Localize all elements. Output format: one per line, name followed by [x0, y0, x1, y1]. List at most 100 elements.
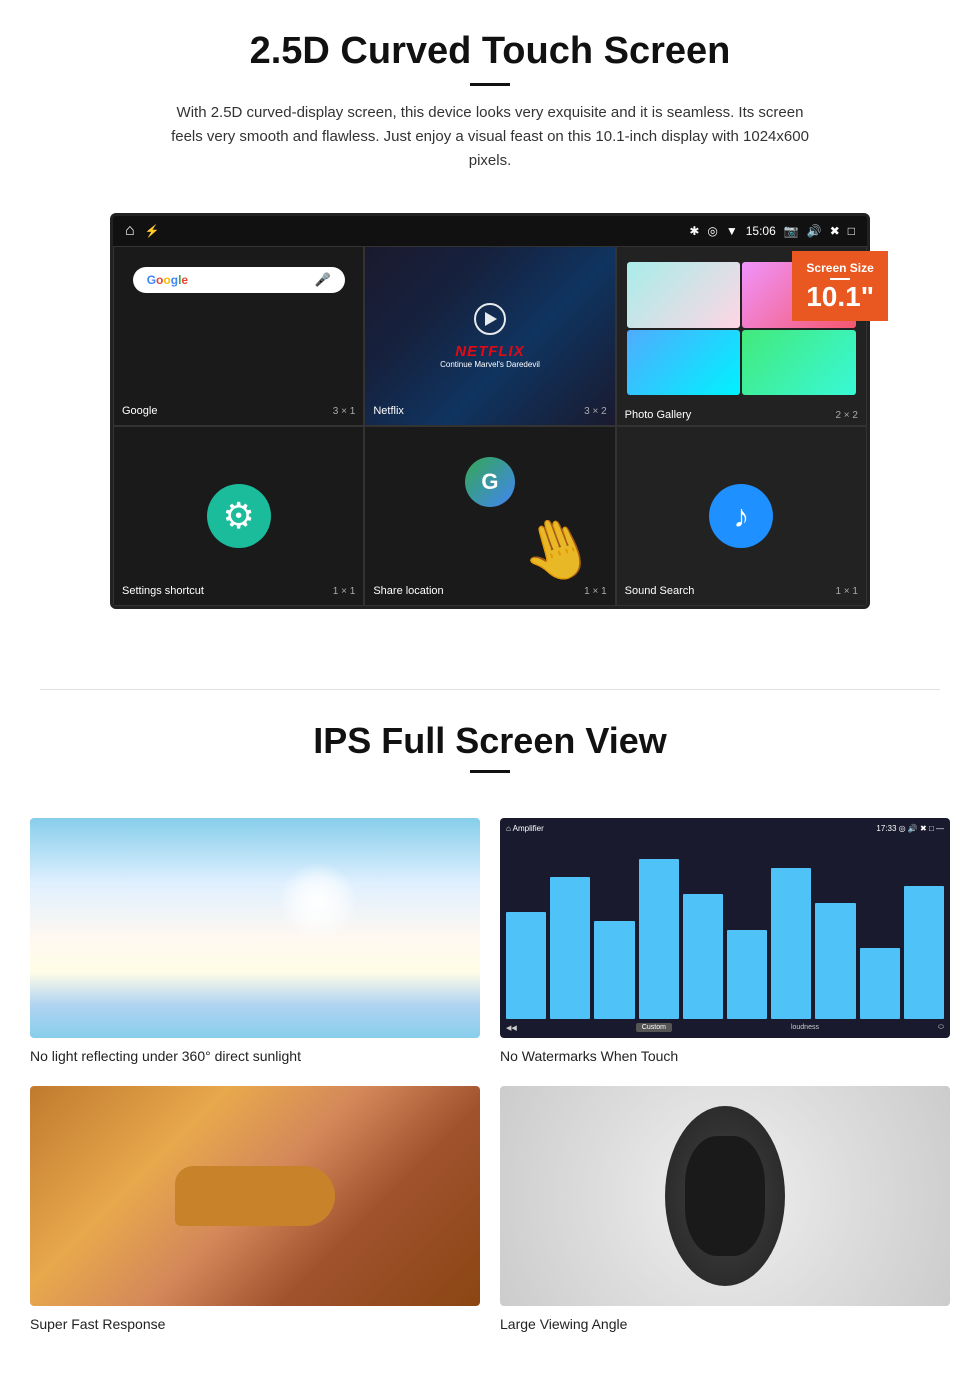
- netflix-app-cell[interactable]: NETFLIX Continue Marvel's Daredevil Netf…: [364, 246, 615, 426]
- custom-btn[interactable]: Custom: [636, 1023, 672, 1032]
- screen-size-badge: Screen Size 10.1": [792, 251, 888, 321]
- time-display: 15:06: [746, 224, 776, 238]
- feature-label-cheetah: Super Fast Response: [30, 1316, 165, 1332]
- settings-label-size: 1 × 1: [333, 586, 356, 597]
- sound-label-text: Sound Search: [625, 585, 695, 597]
- sun-glare: [278, 862, 358, 942]
- feature-image-sunlight: [30, 818, 480, 1038]
- mic-icon: 🎤: [314, 272, 330, 288]
- section-ips: IPS Full Screen View: [0, 690, 980, 818]
- amp-time: 17:33 ◎ 🔊 ✖ □ —: [876, 824, 944, 833]
- feature-cheetah: Super Fast Response: [30, 1086, 480, 1334]
- google-logo: Google: [147, 273, 188, 287]
- section-curved-touch: 2.5D Curved Touch Screen With 2.5D curve…: [0, 0, 980, 213]
- netflix-label-text: Netflix: [373, 405, 404, 417]
- status-bar: ⌂ ⚡ ✱ ◎ ▼ 15:06 📷 🔊 ✖ □: [113, 216, 867, 246]
- sound-cell-label: Sound Search 1 × 1: [625, 585, 858, 597]
- amp-footer: ◀◀ Custom loudness ⬭: [506, 1023, 944, 1032]
- netflix-cell-label: Netflix 3 × 2: [373, 405, 606, 417]
- netflix-subtitle: Continue Marvel's Daredevil: [440, 360, 540, 369]
- share-location-cell[interactable]: G 🤚 Share location 1 × 1: [364, 426, 615, 606]
- feature-grid: No light reflecting under 360° direct su…: [0, 818, 980, 1364]
- app-grid: Google 🎤 Google 3 × 1: [113, 246, 867, 606]
- photo-thumb-1: [627, 262, 741, 328]
- volume-icon: 🔊: [807, 224, 822, 238]
- feature-label-amplifier: No Watermarks When Touch: [500, 1048, 678, 1064]
- feature-image-cheetah: [30, 1086, 480, 1306]
- sunlight-visual: [30, 818, 480, 1038]
- settings-label-text: Settings shortcut: [122, 585, 204, 597]
- feature-sunlight: No light reflecting under 360° direct su…: [30, 818, 480, 1066]
- badge-underline: [830, 278, 850, 280]
- amp-bar-10: [904, 886, 944, 1020]
- section2-underline: [470, 770, 510, 773]
- section1-title: 2.5D Curved Touch Screen: [60, 30, 920, 73]
- loudness-label: loudness: [791, 1024, 819, 1031]
- usb-icon: ⚡: [145, 224, 160, 238]
- settings-app-cell[interactable]: ⚙ Settings shortcut 1 × 1: [113, 426, 364, 606]
- badge-title: Screen Size: [806, 261, 874, 275]
- amp-bar-9: [860, 948, 900, 1019]
- screen-container: ⌂ ⚡ ✱ ◎ ▼ 15:06 📷 🔊 ✖ □: [110, 213, 870, 609]
- hand-touch-icon: 🤚: [510, 503, 604, 595]
- netflix-label-size: 3 × 2: [584, 406, 607, 417]
- amp-bar-4: [639, 859, 679, 1019]
- google-app-cell[interactable]: Google 🎤 Google 3 × 1: [113, 246, 364, 426]
- section1-description: With 2.5D curved-display screen, this de…: [165, 101, 815, 173]
- amp-bar-5: [683, 894, 723, 1019]
- play-button: [474, 303, 506, 335]
- amp-bar-6: [727, 930, 767, 1019]
- settings-cell-label: Settings shortcut 1 × 1: [122, 585, 355, 597]
- photo-label-size: 2 × 2: [835, 410, 858, 421]
- photo-thumb-3: [627, 330, 741, 396]
- feature-amplifier: ⌂ Amplifier 17:33 ◎ 🔊 ✖ □ — ◀◀: [500, 818, 950, 1066]
- maps-icon: G: [465, 457, 515, 507]
- google-cell-label: Google 3 × 1: [122, 405, 355, 417]
- wifi-icon: ▼: [726, 224, 738, 238]
- google-label-text: Google: [122, 405, 157, 417]
- camera-icon: 📷: [784, 224, 799, 238]
- music-icon-circle: ♪: [709, 484, 773, 548]
- netflix-overlay: NETFLIX Continue Marvel's Daredevil: [365, 247, 614, 425]
- toggle-icon: ⬭: [938, 1024, 944, 1032]
- google-search-bar[interactable]: Google 🎤: [133, 267, 345, 293]
- amp-bar-3: [594, 921, 634, 1019]
- location-icon: ◎: [707, 224, 717, 238]
- car-body-oval: [665, 1106, 785, 1286]
- feature-image-car: [500, 1086, 950, 1306]
- screen-wrapper: ⌂ ⚡ ✱ ◎ ▼ 15:06 📷 🔊 ✖ □: [110, 213, 870, 609]
- car-visual: [500, 1086, 950, 1306]
- status-bar-left: ⌂ ⚡: [125, 222, 160, 240]
- share-label-size: 1 × 1: [584, 586, 607, 597]
- home-icon: ⌂: [125, 222, 135, 240]
- window-icon: □: [848, 224, 855, 238]
- sound-label-size: 1 × 1: [835, 586, 858, 597]
- feature-label-car: Large Viewing Angle: [500, 1316, 627, 1332]
- status-bar-right: ✱ ◎ ▼ 15:06 📷 🔊 ✖ □: [689, 224, 855, 238]
- bluetooth-icon: ✱: [689, 224, 699, 238]
- google-label-size: 3 × 1: [333, 406, 356, 417]
- music-note-icon: ♪: [733, 498, 749, 535]
- amp-header: ⌂ Amplifier 17:33 ◎ 🔊 ✖ □ —: [506, 824, 944, 833]
- amplifier-visual: ⌂ Amplifier 17:33 ◎ 🔊 ✖ □ — ◀◀: [500, 818, 950, 1038]
- photo-cell-label: Photo Gallery 2 × 2: [625, 409, 858, 421]
- settings-icon-circle: ⚙: [207, 484, 271, 548]
- amp-title: ⌂ Amplifier: [506, 824, 544, 833]
- gear-icon: ⚙: [223, 495, 255, 537]
- car-roof: [685, 1136, 765, 1256]
- title-underline: [470, 83, 510, 86]
- photo-thumb-4: [742, 330, 856, 396]
- badge-size: 10.1": [806, 283, 874, 311]
- section2-title: IPS Full Screen View: [40, 720, 940, 762]
- share-label-text: Share location: [373, 585, 443, 597]
- screen-mockup-section: ⌂ ⚡ ✱ ◎ ▼ 15:06 📷 🔊 ✖ □: [0, 213, 980, 609]
- play-triangle-icon: [485, 312, 497, 326]
- feature-image-amplifier: ⌂ Amplifier 17:33 ◎ 🔊 ✖ □ — ◀◀: [500, 818, 950, 1038]
- amp-bar-1: [506, 912, 546, 1019]
- feature-label-sunlight: No light reflecting under 360° direct su…: [30, 1048, 301, 1064]
- sound-search-cell[interactable]: ♪ Sound Search 1 × 1: [616, 426, 867, 606]
- amp-prev-icon: ◀◀: [506, 1024, 517, 1032]
- amp-bars: [506, 837, 944, 1023]
- amp-bar-8: [815, 903, 855, 1019]
- feature-car: Large Viewing Angle: [500, 1086, 950, 1334]
